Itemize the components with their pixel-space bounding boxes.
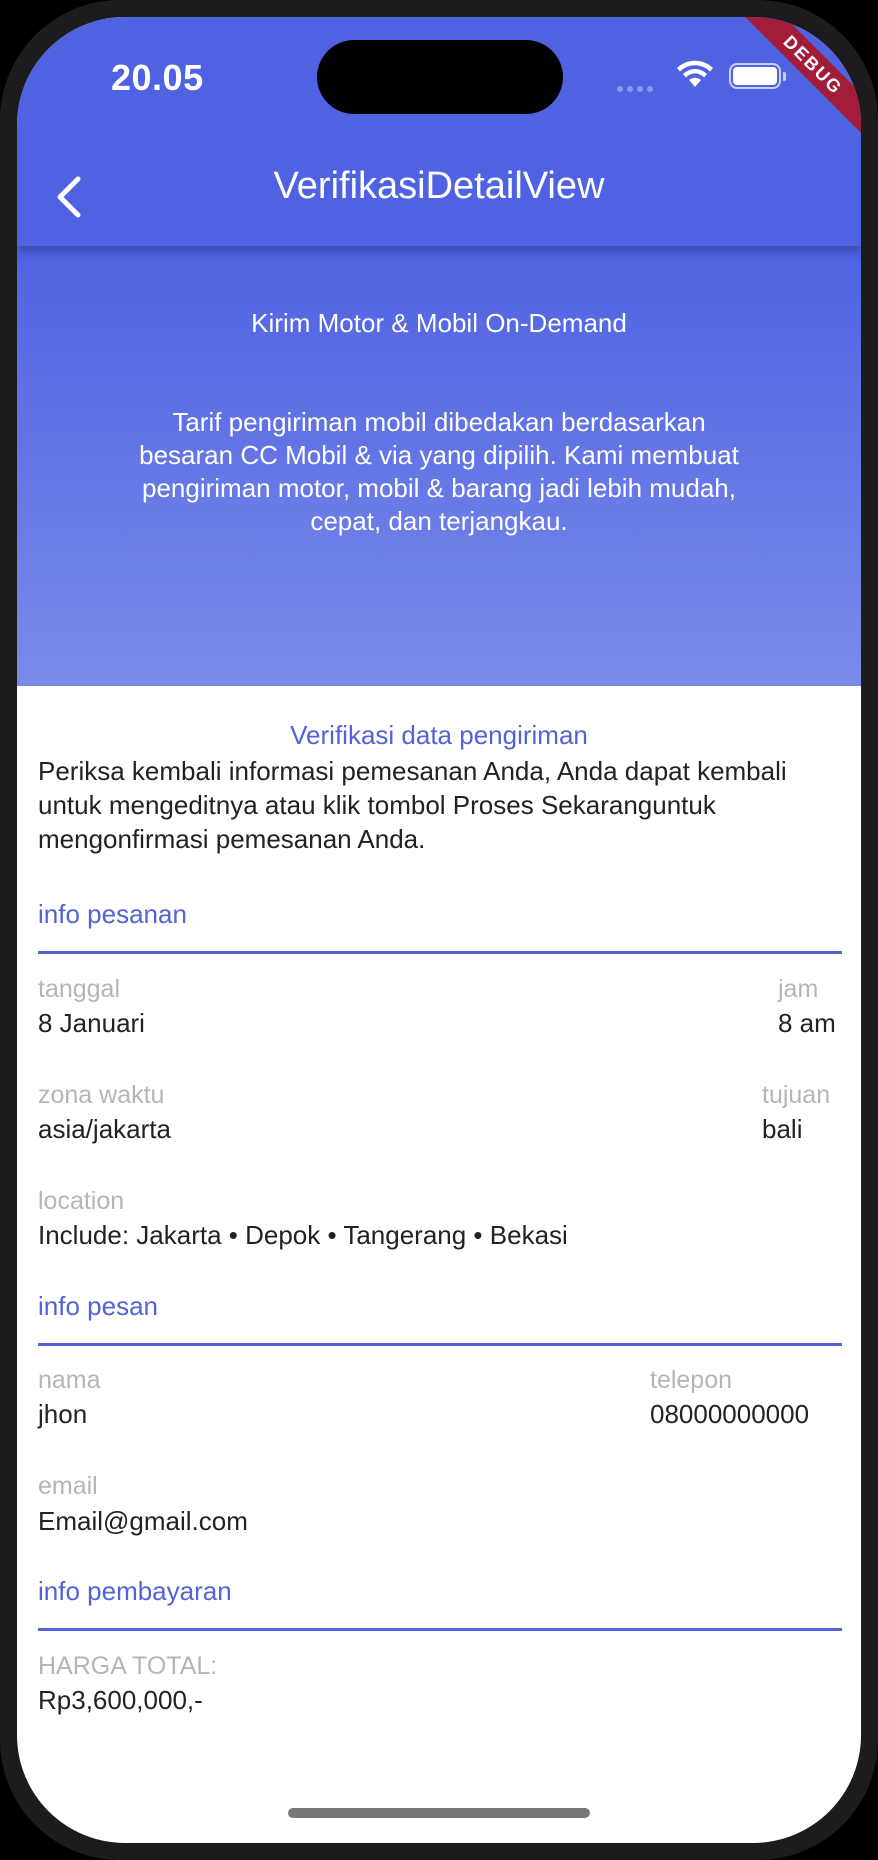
status-time: 20.05 [111, 57, 204, 98]
time-value: 8 am [778, 1008, 836, 1038]
order-info-title: info pesanan [38, 899, 187, 929]
time-label: jam [778, 975, 819, 1003]
order-info-divider [38, 951, 842, 954]
sender-info-title: info pesan [38, 1291, 158, 1321]
battery-icon [729, 63, 786, 89]
dynamic-island [317, 40, 563, 114]
hero-title: Kirim Motor & Mobil On-Demand [251, 308, 627, 338]
sender-info-divider [38, 1343, 842, 1346]
timezone-value: asia/jakarta [38, 1114, 171, 1144]
verification-description: Periksa kembali informasi pemesanan Anda… [38, 756, 787, 854]
email-label: email [38, 1472, 98, 1500]
payment-info-title: info pembayaran [38, 1576, 232, 1606]
location-value: Include: Jakarta • Depok • Tangerang • B… [38, 1220, 568, 1250]
app-bar: 20.05 VerifikasiDetailView [17, 17, 861, 246]
wifi-icon [675, 59, 715, 94]
hero-banner: Kirim Motor & Mobil On-Demand Tarif peng… [17, 246, 861, 686]
home-indicator[interactable] [288, 1808, 590, 1818]
location-label: location [38, 1187, 125, 1215]
timezone-label: zona waktu [38, 1081, 165, 1109]
phone-value: 08000000000 [650, 1399, 810, 1429]
hero-description: Tarif pengiriman mobil dibedakan berdasa… [139, 407, 739, 536]
destination-label: tujuan [762, 1081, 831, 1109]
name-value: jhon [38, 1399, 88, 1429]
phone-label: telepon [650, 1366, 733, 1394]
date-label: tanggal [38, 975, 121, 1003]
email-value: Email@gmail.com [38, 1506, 248, 1536]
date-value: 8 Januari [38, 1008, 145, 1038]
screen: 20.05 VerifikasiDetailView DEBUG Kirim M… [17, 17, 861, 1843]
total-price-label: HARGA TOTAL: [38, 1652, 218, 1680]
verification-title: Verifikasi data pengiriman [290, 720, 588, 750]
name-label: nama [38, 1366, 101, 1394]
payment-info-divider [38, 1628, 842, 1631]
cellular-signal-icon [617, 79, 657, 97]
total-price-value: Rp3,600,000,- [38, 1685, 203, 1715]
destination-value: bali [762, 1114, 803, 1144]
app-bar-title: VerifikasiDetailView [273, 165, 605, 207]
